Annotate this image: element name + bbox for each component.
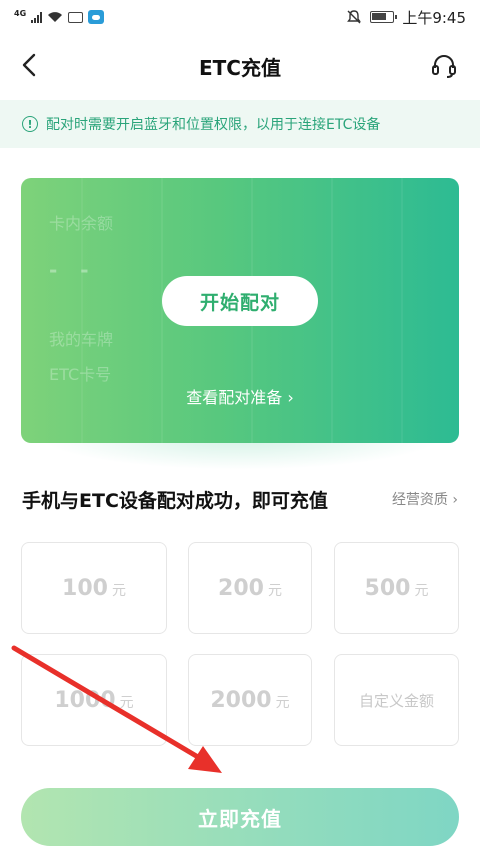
clock: 上午9:45 [402, 8, 466, 27]
amount-option-1000[interactable]: 1000 元 [21, 654, 167, 746]
amount-unit: 元 [267, 583, 282, 599]
status-bar: 4G 上午9:45 [0, 0, 480, 34]
wifi-icon [48, 12, 63, 22]
headset-icon [432, 55, 456, 78]
mute-bell-icon [347, 10, 362, 24]
card-number-label: ETC卡号 [49, 365, 112, 384]
recharge-section-title: 手机与ETC设备配对成功，即可充值 [22, 490, 328, 512]
start-pairing-button[interactable]: 开始配对 [162, 276, 318, 326]
status-left: 4G [14, 9, 105, 24]
pairing-prep-link[interactable]: 查看配对准备 › [21, 384, 459, 408]
chevron-left-icon [22, 53, 36, 77]
amount-option-200[interactable]: 200 元 [188, 542, 312, 634]
permission-notice: ! 配对时需要开启蓝牙和位置权限，以用于连接ETC设备 [0, 100, 480, 148]
back-button[interactable] [14, 50, 44, 80]
amount-unit: 元 [119, 695, 134, 711]
recharge-submit-button[interactable]: 立即充值 [21, 788, 459, 846]
amount-value: 100 [62, 575, 108, 601]
amount-unit: 元 [275, 695, 290, 711]
custom-amount-label: 自定义金额 [358, 691, 434, 710]
signal-icon [31, 11, 43, 23]
battery-icon [370, 11, 398, 23]
plate-label: 我的车牌 [49, 330, 114, 349]
amount-unit: 元 [111, 583, 126, 599]
amount-option-100[interactable]: 100 元 [21, 542, 167, 634]
page-title: ETC充值 [199, 55, 281, 80]
customer-service-button[interactable] [428, 50, 460, 82]
status-right: 上午9:45 [346, 7, 466, 28]
info-icon: ! [22, 116, 38, 132]
qualification-link[interactable]: 经营资质 › [392, 489, 458, 509]
network-type: 4G [14, 9, 27, 18]
balance-value: - - [49, 258, 97, 282]
amount-option-custom[interactable]: 自定义金额 [334, 654, 459, 746]
cloud-app-icon [88, 10, 105, 24]
amount-unit: 元 [414, 583, 429, 599]
notice-text: 配对时需要开启蓝牙和位置权限，以用于连接ETC设备 [46, 117, 381, 133]
amount-value: 1000 [54, 687, 116, 713]
amount-value: 500 [364, 575, 411, 601]
mail-icon [68, 11, 84, 23]
amount-option-2000[interactable]: 2000 元 [188, 654, 312, 746]
nav-bar: ETC充值 [0, 40, 480, 92]
amount-value: 200 [218, 575, 264, 601]
amount-value: 2000 [210, 687, 272, 713]
amount-option-500[interactable]: 500 元 [334, 542, 459, 634]
etc-card: 卡内余额 - - 我的车牌 ETC卡号 开始配对 查看配对准备 › [21, 178, 459, 443]
balance-label: 卡内余额 [49, 214, 114, 233]
